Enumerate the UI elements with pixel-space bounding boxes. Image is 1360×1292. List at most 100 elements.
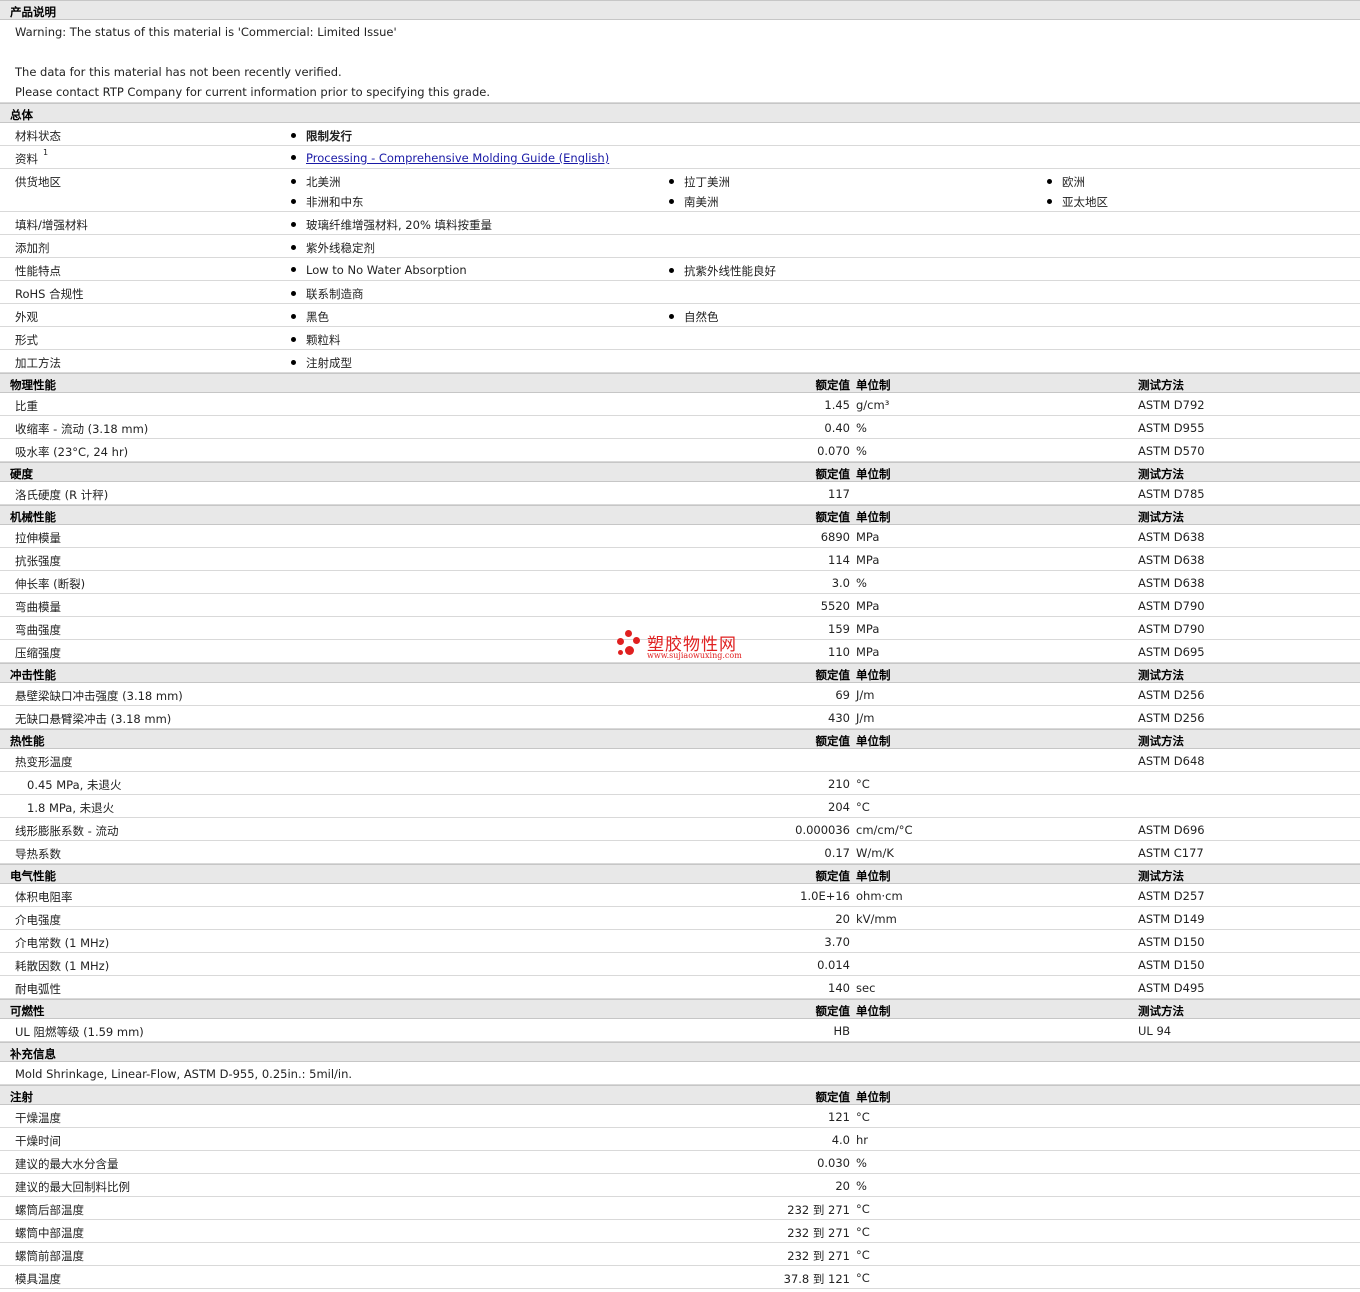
section-header-description: 产品说明 [0, 0, 1360, 20]
property-value: 3.0 [831, 576, 850, 590]
property-label: 悬壁梁缺口冲击强度 (3.18 mm) [15, 689, 183, 703]
property-value: 0.070 [817, 444, 850, 458]
property-label: 1.8 MPa, 未退火 [27, 801, 115, 815]
bullet-text: 拉丁美洲 [684, 175, 730, 189]
section-title: 补充信息 [10, 1047, 56, 1061]
injection-row: 干燥时间 4.0 hr [0, 1128, 1360, 1151]
bullet-icon [291, 199, 296, 204]
injection-row: 螺筒后部温度 232 到 271 °C [0, 1197, 1360, 1220]
column-header-unit: 单位制 [856, 1004, 891, 1018]
general-row: 材料状态 限制发行 [0, 123, 1360, 146]
bullet-text: 抗紫外线性能良好 [684, 264, 776, 278]
property-row: 抗张强度 114 MPa ASTM D638 [0, 548, 1360, 571]
general-bullet-item: 注射成型 [291, 355, 352, 371]
general-row: 填料/增强材料 玻璃纤维增强材料, 20% 填料按重量 [0, 212, 1360, 235]
property-label: 耐电弧性 [15, 982, 61, 996]
property-value: 232 到 271 [787, 1226, 850, 1240]
property-label: 体积电阻率 [15, 890, 73, 904]
property-row: 无缺口悬臂梁冲击 (3.18 mm) 430 J/m ASTM D256 [0, 706, 1360, 729]
test-method: ASTM D696 [1138, 823, 1205, 837]
property-label: 介电强度 [15, 913, 61, 927]
property-value: 210 [828, 777, 850, 791]
section-header: 可燃性 额定值 单位制 测试方法 [0, 999, 1360, 1019]
property-row: 收缩率 - 流动 (3.18 mm) 0.40% ASTM D955 [0, 416, 1360, 439]
property-unit: °C [856, 1248, 870, 1262]
property-label: 螺筒前部温度 [15, 1249, 84, 1263]
section-header-supplementary: 补充信息 [0, 1042, 1360, 1062]
test-method: ASTM D638 [1138, 576, 1205, 590]
property-unit: °C [856, 1202, 870, 1216]
bullet-text: 注射成型 [306, 356, 352, 370]
bullet-text: 非洲和中东 [306, 195, 364, 209]
description-line: Please contact RTP Company for current i… [15, 85, 490, 99]
property-label: 无缺口悬臂梁冲击 (3.18 mm) [15, 712, 172, 726]
property-row: 弯曲模量 5520 MPa ASTM D790 [0, 594, 1360, 617]
property-label: 导热系数 [15, 847, 61, 861]
general-row-label: 形式 [15, 333, 38, 347]
bullet-text: 联系制造商 [306, 287, 364, 301]
property-unit: J/m [856, 688, 875, 702]
general-bullet-item: 抗紫外线性能良好 [669, 263, 776, 279]
property-value: 232 到 271 [787, 1203, 850, 1217]
general-row: 加工方法 注射成型 [0, 350, 1360, 373]
test-method: ASTM D150 [1138, 958, 1205, 972]
property-unit: °C [856, 1225, 870, 1239]
bullet-icon [1047, 179, 1052, 184]
general-bullet-item: 欧洲 [1047, 174, 1085, 190]
property-row: 比重 1.45 g/cm³ ASTM D792 [0, 393, 1360, 416]
bullet-icon [291, 155, 296, 160]
section-title: 硬度 [10, 467, 33, 481]
test-method: ASTM D648 [1138, 754, 1205, 768]
column-header-method: 测试方法 [1138, 734, 1184, 748]
general-bullet-item[interactable]: Processing - Comprehensive Molding Guide… [291, 151, 609, 165]
property-label: 干燥时间 [15, 1134, 61, 1148]
property-value: 0.030 [817, 1156, 850, 1170]
column-header-unit: 单位制 [856, 378, 891, 392]
property-row: 吸水率 (23°C, 24 hr) 0.070% ASTM D570 [0, 439, 1360, 462]
general-row-label: 资料 [15, 152, 38, 166]
property-value: 37.8 到 121 [783, 1272, 850, 1286]
property-row: 导热系数 0.17 W/m/K ASTM C177 [0, 841, 1360, 864]
property-unit: W/m/K [856, 846, 894, 860]
general-row-label: 材料状态 [15, 129, 61, 143]
property-label: 0.45 MPa, 未退火 [27, 778, 122, 792]
general-row: 形式 颗粒料 [0, 327, 1360, 350]
injection-row: 建议的最大回制料比例 20% [0, 1174, 1360, 1197]
section-header: 电气性能 额定值 单位制 测试方法 [0, 864, 1360, 884]
column-header-method: 测试方法 [1138, 378, 1184, 392]
bullet-text: 欧洲 [1062, 175, 1085, 189]
general-row: 供货地区 北美洲 拉丁美洲 欧洲 非洲和中东 南美洲 亚太地区 [0, 169, 1360, 212]
test-method: ASTM D695 [1138, 645, 1205, 659]
property-label: 螺筒中部温度 [15, 1226, 84, 1240]
bullet-text: 颗粒料 [306, 333, 341, 347]
property-label: 建议的最大回制料比例 [15, 1180, 130, 1194]
property-label: 弯曲强度 [15, 623, 61, 637]
property-value: 1.0E+16 [800, 889, 850, 903]
property-value: 69 [835, 688, 850, 702]
injection-row: 螺筒中部温度 232 到 271 °C [0, 1220, 1360, 1243]
test-method: ASTM D790 [1138, 622, 1205, 636]
column-header-unit: 单位制 [856, 1090, 891, 1104]
general-row-label: RoHS 合规性 [15, 287, 84, 301]
test-method: ASTM D955 [1138, 421, 1205, 435]
logo-dot-icon [633, 637, 640, 644]
property-label: 洛氏硬度 (R 计秤) [15, 488, 109, 502]
column-header-unit: 单位制 [856, 869, 891, 883]
property-unit: °C [856, 1110, 870, 1124]
property-sections: 物理性能 额定值 单位制 测试方法 比重 1.45 g/cm³ ASTM D792 收缩率 - … [0, 373, 1360, 1042]
document-link[interactable]: Processing - Comprehensive Molding Guide… [306, 151, 609, 165]
section-title: 注射 [10, 1090, 33, 1104]
section-header-general: 总体 [0, 103, 1360, 123]
supplementary-text: Mold Shrinkage, Linear-Flow, ASTM D-955,… [15, 1067, 353, 1081]
bullet-icon [291, 245, 296, 250]
column-header-value: 额定值 [815, 1004, 851, 1018]
general-bullet-item: 自然色 [669, 309, 719, 325]
property-label: 热变形温度 [15, 755, 73, 769]
test-method: ASTM D495 [1138, 981, 1205, 995]
property-label: 比重 [15, 399, 38, 413]
section-title: 机械性能 [10, 510, 56, 524]
property-value: 114 [828, 553, 850, 567]
column-header-method: 测试方法 [1138, 869, 1184, 883]
section-title: 冲击性能 [10, 668, 56, 682]
property-row: 1.8 MPa, 未退火 204 °C [0, 795, 1360, 818]
